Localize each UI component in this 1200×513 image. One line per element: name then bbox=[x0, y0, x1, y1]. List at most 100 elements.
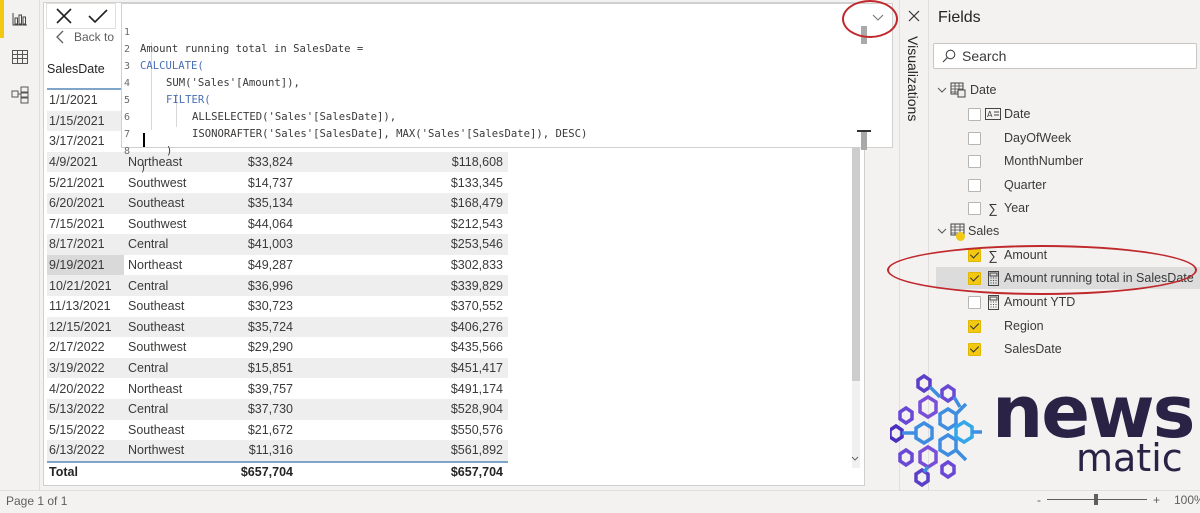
field-checkbox[interactable] bbox=[968, 248, 981, 262]
cell-date: 9/19/2021 bbox=[49, 258, 105, 273]
sigma-icon: ∑ bbox=[988, 247, 998, 263]
table-row[interactable]: 9/19/2021 Northeast $49,287 $302,833 bbox=[47, 254, 508, 276]
cell-running-total: $118,608 bbox=[451, 155, 503, 170]
table-row[interactable]: 1/15/2021 bbox=[47, 110, 121, 132]
visualizations-label[interactable]: Visualizations bbox=[905, 36, 921, 121]
table-row[interactable]: 8/17/2021 Central $41,003 $253,546 bbox=[47, 234, 508, 255]
cell-amount: $11,316 bbox=[248, 443, 293, 458]
field-item[interactable]: A Date bbox=[930, 103, 1200, 125]
table-scroll-thumb[interactable] bbox=[852, 148, 860, 381]
field-item[interactable]: ∑ Year bbox=[930, 197, 1200, 219]
field-checkbox[interactable] bbox=[968, 201, 981, 215]
table-row[interactable]: 5/21/2021 Southwest $14,737 $133,345 bbox=[47, 172, 508, 193]
cell-region: Northwest bbox=[128, 443, 185, 458]
dax-formula-editor[interactable]: 1 Amount running total in SalesDate = 2 … bbox=[121, 3, 893, 174]
field-item-selected[interactable]: Amount running total in SalesDate bbox=[936, 267, 1200, 289]
cell-date: 5/21/2021 bbox=[49, 175, 105, 190]
cell-running-total: $168,479 bbox=[450, 196, 503, 211]
cell-amount: $21,672 bbox=[247, 422, 293, 437]
field-checkbox[interactable] bbox=[968, 107, 981, 121]
cell-date: 2/17/2022 bbox=[49, 340, 105, 355]
table-row[interactable]: 6/20/2021 Southeast $35,134 $168,479 bbox=[47, 193, 508, 214]
table-row[interactable]: 12/15/2021 Southeast $35,724 $406,276 bbox=[47, 316, 508, 338]
editor-scrollbar[interactable] bbox=[857, 26, 871, 150]
cell-date: 4/9/2021 bbox=[49, 155, 98, 170]
report-view-button[interactable] bbox=[8, 8, 32, 30]
expand-visualizations-button[interactable] bbox=[906, 8, 922, 24]
field-checkbox[interactable] bbox=[968, 178, 981, 192]
table-row[interactable]: 4/9/2021 Northeast $33,824 $118,608 bbox=[47, 151, 508, 173]
code-text: ISONORAFTER('Sales'[SalesDate], MAX('Sal… bbox=[192, 128, 588, 140]
field-item[interactable]: Region bbox=[930, 315, 1200, 337]
field-checkbox[interactable] bbox=[968, 131, 981, 145]
table-row[interactable]: 6/13/2022 Northwest $11,316 $561,892 bbox=[47, 440, 508, 461]
table-row[interactable]: 2/17/2022 Southwest $29,290 $435,566 bbox=[47, 337, 508, 358]
table-row[interactable]: 3/19/2022 Central $15,851 $451,417 bbox=[47, 357, 508, 379]
chevron-down-icon[interactable] bbox=[936, 87, 948, 93]
field-item[interactable]: SalesDate bbox=[930, 338, 1200, 360]
field-label: DayOfWeek bbox=[1004, 131, 1072, 145]
table-grid-icon bbox=[12, 50, 28, 64]
chevron-down-icon[interactable] bbox=[936, 228, 948, 234]
field-label: Amount running total in SalesDate bbox=[1004, 271, 1194, 285]
scroll-marker bbox=[857, 130, 871, 132]
column-header-salesdate[interactable]: SalesDate bbox=[47, 62, 127, 88]
cell-date: 7/15/2021 bbox=[49, 216, 105, 231]
collapse-formula-button[interactable] bbox=[870, 10, 886, 26]
field-item[interactable]: MonthNumber bbox=[930, 150, 1200, 172]
fields-search[interactable] bbox=[933, 43, 1197, 69]
field-item[interactable]: DayOfWeek bbox=[930, 127, 1200, 149]
zoom-slider[interactable] bbox=[1046, 493, 1147, 507]
zoom-slider-thumb[interactable] bbox=[1093, 494, 1098, 505]
cancel-formula-button[interactable] bbox=[52, 5, 76, 27]
cell-amount: $33,824 bbox=[247, 155, 293, 170]
field-item[interactable]: Amount YTD bbox=[930, 291, 1200, 313]
cell-region: Northeast bbox=[128, 381, 183, 396]
field-label: Date bbox=[1004, 107, 1031, 121]
table-row[interactable]: 3/17/2021 bbox=[47, 131, 121, 152]
bar-chart-icon bbox=[12, 13, 27, 26]
code-text: ALLSELECTED('Sales'[SalesDate]), bbox=[192, 111, 397, 123]
scroll-thumb[interactable] bbox=[861, 26, 867, 44]
table-row[interactable]: 5/13/2022 Central $37,730 $528,904 bbox=[47, 399, 508, 420]
field-item[interactable]: Quarter bbox=[930, 174, 1200, 196]
cell-amount: $14,737 bbox=[247, 175, 293, 190]
table-row[interactable]: 4/20/2022 Northeast $39,757 $491,174 bbox=[47, 378, 508, 399]
view-rail bbox=[0, 0, 40, 490]
table-row[interactable]: 5/15/2022 Southeast $21,672 $550,576 bbox=[47, 420, 508, 441]
zoom-out-button[interactable]: - bbox=[1037, 493, 1041, 507]
field-checkbox[interactable] bbox=[968, 271, 981, 285]
cell-amount: $15,851 bbox=[247, 361, 293, 376]
fields-pane: Fields Date A Date DayOfWeek MonthNumber… bbox=[930, 0, 1200, 490]
field-checkbox[interactable] bbox=[968, 154, 981, 168]
scroll-thumb[interactable] bbox=[861, 130, 867, 150]
model-view-button[interactable] bbox=[8, 84, 32, 106]
cell-amount: $44,064 bbox=[247, 216, 293, 231]
table-node-sales[interactable]: Sales bbox=[936, 220, 1200, 242]
cell-running-total: $302,833 bbox=[450, 258, 503, 273]
field-checkbox[interactable] bbox=[968, 295, 981, 309]
fields-search-input[interactable] bbox=[962, 48, 1182, 64]
cell-region: Southeast bbox=[128, 422, 185, 437]
table-row[interactable]: 11/13/2021 Southeast $30,723 $370,552 bbox=[47, 296, 508, 317]
cell-date: 11/13/2021 bbox=[49, 299, 111, 314]
table-name: Date bbox=[970, 83, 997, 97]
scroll-down-button[interactable] bbox=[849, 452, 861, 464]
power-bi-desktop: Back to 1 Amount running total in SalesD… bbox=[0, 0, 1200, 513]
cell-date: 10/21/2021 bbox=[49, 278, 112, 293]
table-row[interactable]: 10/21/2021 Central $36,996 $339,829 bbox=[47, 275, 508, 296]
field-label: Amount bbox=[1004, 248, 1048, 262]
table-scrollbar[interactable] bbox=[852, 148, 860, 468]
cell-amount: $49,287 bbox=[247, 258, 293, 273]
field-checkbox[interactable] bbox=[968, 342, 981, 356]
field-item[interactable]: ∑ Amount bbox=[930, 244, 1200, 266]
field-checkbox[interactable] bbox=[968, 319, 981, 333]
back-to-report-link[interactable]: Back to bbox=[56, 30, 114, 44]
cell-running-total: $339,829 bbox=[450, 278, 503, 293]
data-view-button[interactable] bbox=[8, 46, 32, 68]
zoom-in-button[interactable]: + bbox=[1153, 493, 1160, 507]
commit-formula-button[interactable] bbox=[86, 5, 110, 27]
table-node-date[interactable]: Date bbox=[936, 79, 1200, 101]
table-row[interactable]: 7/15/2021 Southwest $44,064 $212,543 bbox=[47, 214, 508, 235]
table-row[interactable]: 1/1/2021 bbox=[47, 90, 121, 111]
